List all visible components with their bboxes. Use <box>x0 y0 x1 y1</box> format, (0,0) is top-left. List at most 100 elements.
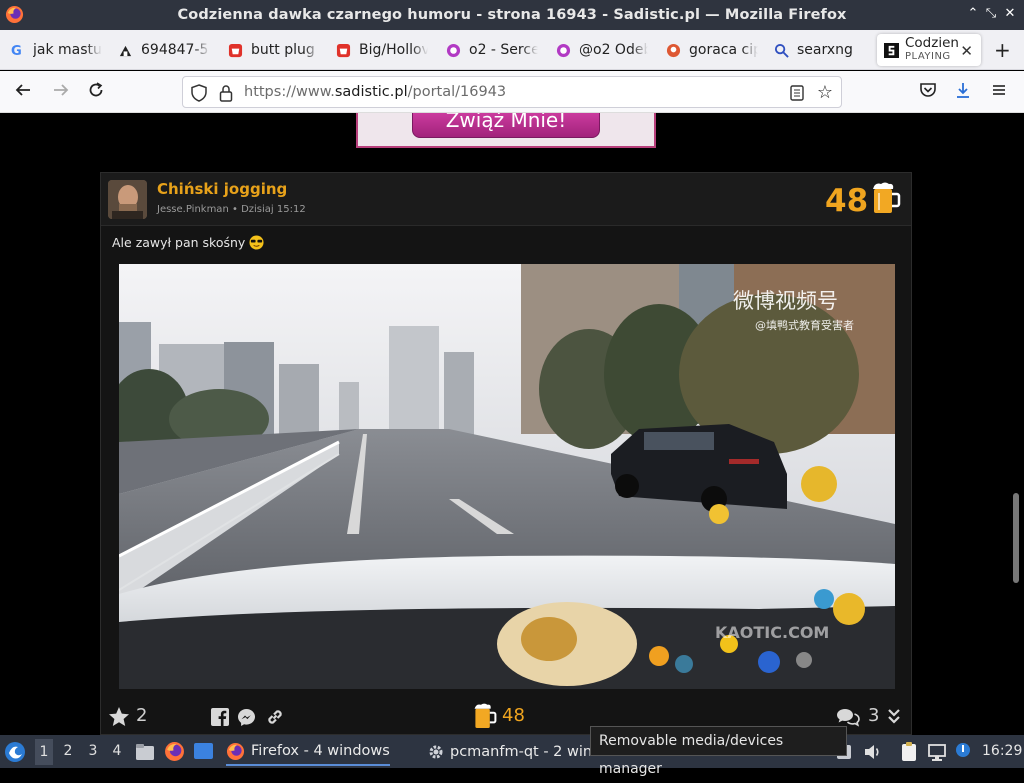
clipboard-icon[interactable] <box>899 741 919 763</box>
tab-2[interactable]: 694847-5 <box>118 34 210 66</box>
tab-bar: G jak mastu 694847-5 butt plug Big/Hollo… <box>0 30 1024 70</box>
reader-view-icon[interactable] <box>789 84 805 102</box>
lock-icon[interactable] <box>219 84 233 102</box>
video-watermark-top: 微博视频号 <box>733 289 838 313</box>
tab-7[interactable]: goraca cip <box>666 34 758 66</box>
advertisement-banner[interactable]: Zwiąż Mnie! <box>356 113 656 148</box>
show-desktop-icon[interactable] <box>193 742 214 761</box>
volume-icon[interactable] <box>863 742 883 762</box>
downloads-button[interactable] <box>952 81 974 103</box>
reload-button[interactable] <box>85 81 107 103</box>
tab-active[interactable]: Codzien PLAYING ✕ <box>877 34 981 66</box>
google-icon: G <box>11 44 22 58</box>
pocket-button[interactable] <box>917 81 939 103</box>
avatar-image <box>108 180 147 219</box>
hamburger-menu-icon <box>993 85 1005 95</box>
task-firefox-label: Firefox - 4 windows <box>251 743 390 759</box>
ad-button[interactable]: Zwiąż Mnie! <box>412 113 600 138</box>
firefox-launcher-icon[interactable] <box>164 741 185 762</box>
network-icon[interactable] <box>927 742 947 762</box>
tab-8-label: searxng <box>797 42 853 58</box>
beer-mug-icon[interactable] <box>871 181 901 215</box>
window-titlebar: Codzienna dawka czarnego humoru - strona… <box>0 0 1024 30</box>
maximize-button[interactable]: ⤡ <box>984 6 998 21</box>
shopping-icon <box>228 43 243 57</box>
desktop-3[interactable]: 3 <box>84 743 102 759</box>
tab-3[interactable]: butt plug <box>228 34 320 66</box>
tab-5[interactable]: o2 - Serce <box>446 34 538 66</box>
task-firefox[interactable]: Firefox - 4 windows <box>226 738 390 766</box>
clock[interactable]: 16:29 <box>982 743 1022 759</box>
close-window-button[interactable]: ✕ <box>1003 6 1017 21</box>
video-watermark-sub: @填鸭式教育受害者 <box>755 318 854 332</box>
video-player[interactable]: 微博视频号 @填鸭式教育受害者 KAOTIC.COM <box>119 264 895 689</box>
o2-icon <box>556 43 571 57</box>
tray-tooltip: Removable media/devices manager <box>590 726 847 777</box>
system-taskbar: 1 2 3 4 Firefox - 4 windows pcmanfm-qt -… <box>0 735 1024 768</box>
video-frame: 微博视频号 @填鸭式教育受害者 KAOTIC.COM <box>119 264 895 689</box>
facebook-icon[interactable] <box>211 708 229 726</box>
new-tab-button[interactable]: + <box>994 38 1011 62</box>
beer-vote-icon[interactable] <box>473 702 497 730</box>
post-score: 48 <box>825 183 869 219</box>
favorite-star-icon[interactable] <box>108 706 130 728</box>
duckduckgo-icon <box>666 43 681 57</box>
expand-chevron-icon[interactable] <box>887 708 901 726</box>
svg-text:G: G <box>11 44 22 58</box>
download-icon <box>957 83 969 98</box>
post-card: Chiński jogging Jesse.Pinkman • Dzisiaj … <box>100 172 912 735</box>
firefox-task-icon <box>226 742 245 760</box>
post-title[interactable]: Chiński jogging <box>157 180 287 198</box>
active-tab-playing-label: PLAYING <box>905 51 951 62</box>
active-tab-label: Codzien <box>905 35 959 51</box>
link-icon[interactable] <box>265 707 285 727</box>
back-button[interactable] <box>12 81 34 103</box>
desktop-1[interactable]: 1 <box>35 739 53 765</box>
post-meta: Jesse.Pinkman • Dzisiaj 15:12 <box>157 204 306 215</box>
url-bar[interactable]: https://www.sadistic.pl/portal/16943 ☆ <box>182 76 842 108</box>
close-tab-icon[interactable]: ✕ <box>960 42 973 60</box>
o2-icon <box>446 43 461 57</box>
back-arrow-icon <box>15 84 30 96</box>
navigation-toolbar: https://www.sadistic.pl/portal/16943 ☆ <box>0 71 1024 113</box>
search-icon <box>774 43 789 58</box>
post-header: Chiński jogging Jesse.Pinkman • Dzisiaj … <box>101 173 911 226</box>
page-scrollbar[interactable] <box>1013 493 1019 583</box>
avatar[interactable] <box>108 180 147 219</box>
tab-1[interactable]: G jak mastu <box>10 34 102 66</box>
shopping-icon <box>336 43 351 57</box>
sadistic-favicon-icon <box>884 42 899 58</box>
notification-icon[interactable] <box>954 741 972 761</box>
pocket-icon <box>920 83 936 97</box>
url-text[interactable]: https://www.sadistic.pl/portal/16943 <box>244 84 506 100</box>
video-watermark-bottom: KAOTIC.COM <box>715 623 829 642</box>
post-date: Dzisiaj 15:12 <box>241 204 306 215</box>
file-manager-launcher-icon[interactable] <box>135 742 155 761</box>
forward-arrow-icon <box>54 84 69 96</box>
desktop-4[interactable]: 4 <box>108 743 126 759</box>
favorites-count: 2 <box>136 705 148 726</box>
tracking-protection-shield-icon[interactable] <box>191 84 207 102</box>
forward-button[interactable] <box>50 81 72 103</box>
bookmark-star-icon[interactable]: ☆ <box>817 82 833 103</box>
post-author[interactable]: Jesse.Pinkman <box>157 204 229 215</box>
window-title: Codzienna dawka czarnego humoru - strona… <box>177 7 847 23</box>
generic-site-icon <box>119 45 132 56</box>
minimize-button[interactable]: ⌃ <box>966 6 980 21</box>
start-menu-icon[interactable] <box>4 741 26 763</box>
desktop-2[interactable]: 2 <box>59 743 77 759</box>
beer-vote-count: 48 <box>502 705 525 726</box>
comments-count: 3 <box>868 705 880 726</box>
caption-text: Ale zawył pan skośny <box>112 235 246 250</box>
reload-icon <box>89 82 103 97</box>
tab-6[interactable]: @o2 Odeb <box>556 34 648 66</box>
tab-4[interactable]: Big/Hollov <box>336 34 428 66</box>
comments-icon[interactable] <box>836 707 860 727</box>
meta-separator: • <box>231 204 238 215</box>
post-caption: Ale zawył pan skośny <box>112 235 264 250</box>
sunglasses-emoji-icon <box>249 235 264 250</box>
menu-button[interactable] <box>988 81 1010 103</box>
messenger-icon[interactable] <box>237 708 256 727</box>
tab-8[interactable]: searxng <box>774 34 866 66</box>
gear-icon <box>429 745 443 759</box>
